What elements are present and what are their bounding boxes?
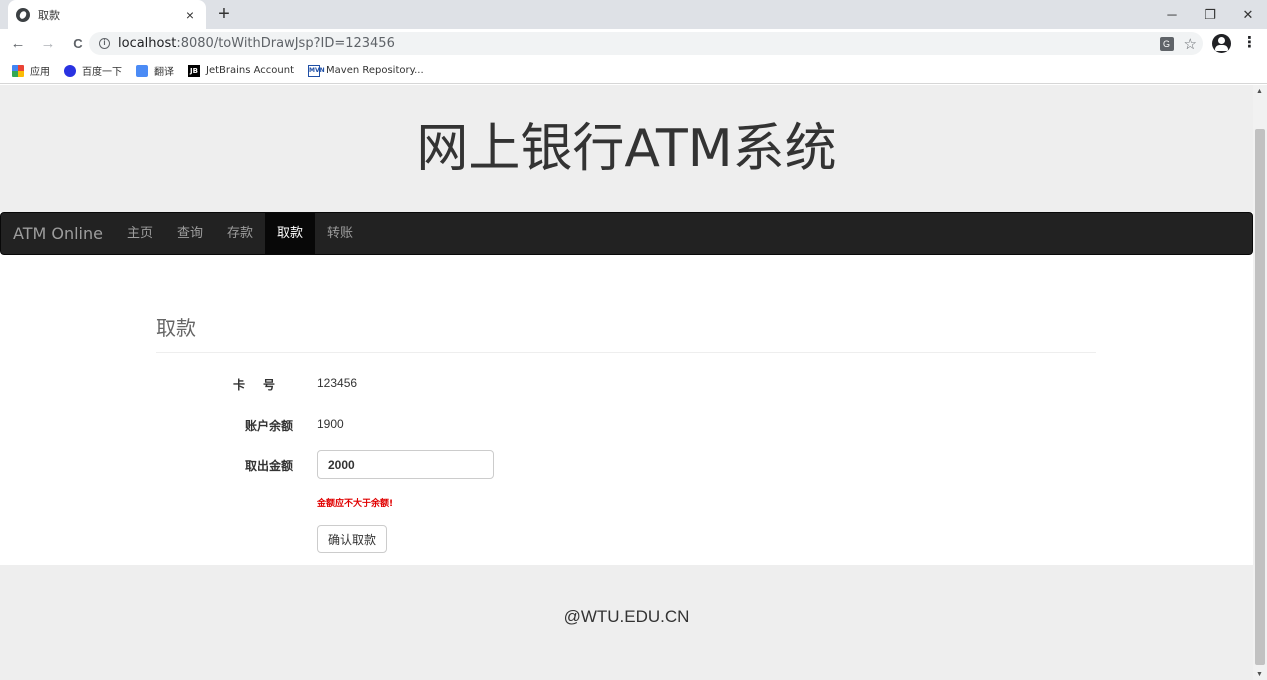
url-text: localhost:8080/toWithDrawJsp?ID=123456 (118, 36, 395, 51)
baidu-icon (64, 64, 76, 77)
bookmark-label: Maven Repository... (326, 65, 424, 76)
tab-title: 取款 (38, 8, 60, 22)
close-window-button[interactable]: ✕ (1229, 0, 1267, 29)
new-tab-button[interactable]: + (214, 3, 234, 26)
bookmark-apps[interactable]: 应用 (12, 63, 50, 78)
bookmark-maven[interactable]: MVN Maven Repository... (308, 64, 424, 77)
card-number-label: 卡号 (232, 378, 293, 392)
profile-icon[interactable] (1212, 34, 1231, 53)
scrollbar[interactable]: ▲ ▼ (1253, 85, 1267, 680)
reload-button[interactable]: C (66, 36, 90, 51)
scroll-thumb[interactable] (1255, 129, 1265, 665)
star-icon[interactable]: ☆ (1184, 35, 1197, 53)
nav-deposit[interactable]: 存款 (215, 213, 265, 254)
url-path: :8080/toWithDrawJsp?ID=123456 (176, 36, 395, 51)
jumbotron: 网上银行ATM系统 (0, 85, 1253, 212)
site-title: 网上银行ATM系统 (416, 119, 837, 179)
footer-text: @WTU.EDU.CN (563, 607, 690, 626)
browser-toolbar: ← → C i localhost:8080/toWithDrawJsp?ID=… (0, 29, 1267, 58)
maven-icon: MVN (308, 64, 325, 77)
navbar-brand[interactable]: ATM Online (1, 224, 115, 243)
scroll-up-arrow-icon[interactable]: ▲ (1256, 88, 1263, 95)
footer: @WTU.EDU.CN (0, 565, 1253, 680)
jetbrains-icon: JB (188, 64, 200, 77)
nav-transfer[interactable]: 转账 (315, 213, 365, 254)
omnibox-actions: G ☆ (1159, 34, 1197, 53)
balance-value: 1900 (317, 417, 344, 431)
bookmark-label: JetBrains Account (206, 65, 295, 76)
menu-icon[interactable]: ⋮ (1242, 35, 1257, 51)
globe-icon (16, 7, 30, 22)
nav-home[interactable]: 主页 (115, 213, 165, 254)
restore-button[interactable]: ❐ (1191, 0, 1229, 29)
scroll-down-arrow-icon[interactable]: ▼ (1256, 671, 1263, 678)
apps-icon (12, 64, 24, 77)
tab-close-button[interactable]: × (182, 7, 198, 23)
window-controls: ─ ❐ ✕ (1153, 0, 1267, 29)
bookmark-translate[interactable]: 翻译 (136, 63, 174, 78)
amount-input[interactable] (317, 450, 494, 479)
main-navbar: ATM Online 主页 查询 存款 取款 转账 (0, 212, 1253, 255)
nav-withdraw[interactable]: 取款 (265, 213, 316, 254)
bookmark-label: 百度一下 (82, 67, 122, 78)
bookmark-label: 翻译 (154, 67, 174, 78)
bookmark-baidu[interactable]: 百度一下 (64, 63, 122, 78)
browser-tab[interactable]: 取款 × (8, 0, 206, 29)
page-viewport: 网上银行ATM系统 ATM Online 主页 查询 存款 取款 转账 取款 卡… (0, 85, 1253, 680)
divider (156, 352, 1096, 353)
tab-strip: 取款 × + ─ ❐ ✕ (0, 0, 1267, 29)
bookmarks-bar: 应用 百度一下 翻译 JB JetBrains Account MVN Maven … (0, 58, 1267, 84)
page-heading: 取款 (156, 316, 196, 340)
translate-bookmark-icon (136, 64, 148, 77)
amount-label: 取出金额 (244, 459, 293, 473)
forward-button[interactable]: → (36, 35, 60, 52)
bookmark-jetbrains[interactable]: JB JetBrains Account (188, 64, 295, 77)
translate-icon[interactable]: G (1159, 36, 1174, 51)
error-message: 金额应不大于余额! (317, 499, 394, 509)
bookmark-label: 应用 (30, 67, 50, 78)
confirm-withdraw-button[interactable]: 确认取款 (317, 525, 388, 553)
balance-label: 账户余额 (244, 419, 293, 433)
nav-query[interactable]: 查询 (165, 213, 215, 254)
info-icon[interactable]: i (99, 38, 110, 49)
minimize-button[interactable]: ─ (1153, 0, 1191, 29)
address-bar[interactable]: i localhost:8080/toWithDrawJsp?ID=123456… (89, 32, 1203, 55)
url-host: localhost (118, 36, 177, 51)
back-button[interactable]: ← (6, 35, 30, 52)
card-number-value: 123456 (317, 376, 358, 390)
